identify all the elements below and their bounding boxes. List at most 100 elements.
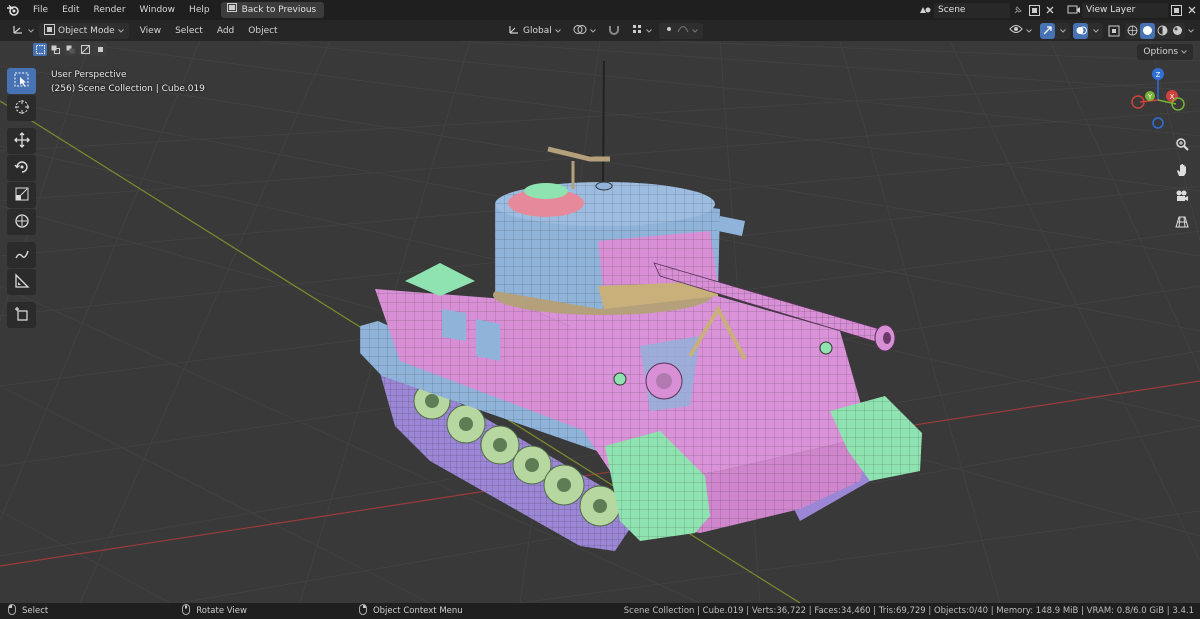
- new-view-layer-icon[interactable]: [1168, 2, 1184, 18]
- scene-name-field[interactable]: Scene: [934, 2, 1010, 18]
- pivot-point-dropdown[interactable]: [568, 23, 601, 39]
- view-layer-field[interactable]: View Layer: [1082, 2, 1168, 18]
- scale-icon: [14, 186, 30, 205]
- cursor-icon: [14, 99, 30, 118]
- add-menu[interactable]: Add: [210, 21, 241, 41]
- object-visibility-dropdown[interactable]: [1004, 23, 1037, 39]
- select-menu[interactable]: Select: [168, 21, 210, 41]
- annotate-tool[interactable]: [7, 242, 36, 268]
- select-invert-icon[interactable]: [78, 43, 92, 56]
- delete-scene-icon[interactable]: [1042, 2, 1058, 18]
- eye-icon: [1009, 24, 1023, 37]
- rendered-shading-icon[interactable]: [1170, 23, 1185, 39]
- camera-icon: [1175, 189, 1189, 206]
- add-cube-tool[interactable]: [7, 302, 36, 328]
- measure-tool[interactable]: [7, 269, 36, 295]
- mode-label: Object Mode: [58, 25, 115, 36]
- snap-target-dropdown[interactable]: [627, 23, 657, 39]
- xray-toggle-icon[interactable]: [1106, 23, 1122, 39]
- object-mode-icon: [44, 23, 55, 38]
- grid-icon: [1175, 215, 1189, 232]
- navigation-buttons: [1170, 133, 1194, 237]
- select-new-icon[interactable]: [33, 43, 47, 56]
- mode-dropdown[interactable]: Object Mode: [39, 22, 129, 39]
- new-scene-icon[interactable]: [1026, 2, 1042, 18]
- move-icon: [13, 131, 30, 151]
- status-rotate: Rotate View: [182, 604, 247, 618]
- overlays-toggle[interactable]: [1073, 22, 1103, 39]
- pan-button[interactable]: [1170, 159, 1194, 183]
- 3d-viewport[interactable]: Options User Perspective (256) Scene Col…: [0, 41, 1200, 603]
- chevron-down-icon: [589, 26, 596, 36]
- scale-tool[interactable]: [7, 182, 36, 208]
- proportional-editing-toggle[interactable]: [658, 22, 703, 39]
- view-menu[interactable]: View: [133, 21, 168, 41]
- back-icon: [226, 2, 237, 18]
- back-to-previous-label: Back to Previous: [241, 5, 317, 15]
- gizmo-z-label: Z: [1156, 71, 1161, 79]
- add-cube-icon: [14, 306, 30, 325]
- options-dropdown[interactable]: Options: [1137, 44, 1193, 60]
- options-label: Options: [1143, 47, 1179, 57]
- annotate-icon: [14, 246, 30, 265]
- transform-tool[interactable]: [7, 209, 36, 235]
- snap-toggle[interactable]: [603, 23, 625, 39]
- shading-modes: [1125, 22, 1185, 39]
- transform-icon: [14, 213, 30, 232]
- move-tool[interactable]: [7, 128, 36, 154]
- scene-statistics: Scene Collection | Cube.019 | Verts:36,7…: [623, 606, 1194, 616]
- menu-render[interactable]: Render: [87, 0, 133, 20]
- transform-orientation-dropdown[interactable]: Global: [503, 23, 566, 39]
- solid-shading-icon[interactable]: [1140, 22, 1155, 39]
- chevron-down-icon: [1181, 47, 1187, 57]
- proportional-icon: [664, 24, 674, 37]
- view-layer-icon[interactable]: [1066, 2, 1082, 18]
- blender-logo-icon[interactable]: [0, 0, 26, 20]
- status-select: Select: [8, 604, 48, 618]
- navigation-gizmo[interactable]: Z Y X: [1124, 66, 1192, 134]
- gizmo-x-label: X: [1170, 93, 1175, 101]
- menu-help[interactable]: Help: [182, 0, 217, 20]
- menu-file[interactable]: File: [26, 0, 55, 20]
- delete-view-layer-icon[interactable]: [1184, 2, 1200, 18]
- menu-window[interactable]: Window: [133, 0, 183, 20]
- perspective-toggle-button[interactable]: [1170, 211, 1194, 235]
- select-extend-icon[interactable]: [48, 43, 62, 56]
- chevron-down-icon[interactable]: [1188, 26, 1194, 36]
- mouse-right-icon: [358, 604, 367, 618]
- cursor-tool[interactable]: [7, 95, 36, 121]
- measure-icon: [14, 272, 30, 292]
- pin-icon[interactable]: [1010, 2, 1026, 18]
- orientation-axes-icon: [508, 24, 520, 38]
- zoom-button[interactable]: [1170, 133, 1194, 157]
- select-intersect-icon[interactable]: [93, 43, 107, 56]
- axes-icon: [11, 23, 25, 38]
- status-rotate-label: Rotate View: [196, 606, 247, 616]
- collection-label: (256) Scene Collection | Cube.019: [51, 84, 205, 94]
- back-to-previous-button[interactable]: Back to Previous: [220, 2, 325, 18]
- rotate-tool[interactable]: [7, 155, 36, 181]
- chevron-down-icon: [1055, 23, 1070, 39]
- mouse-middle-icon: [182, 604, 191, 618]
- camera-view-button[interactable]: [1170, 185, 1194, 209]
- wireframe-shading-icon[interactable]: [1125, 23, 1140, 39]
- object-menu[interactable]: Object: [241, 21, 284, 41]
- hand-pan-icon: [1175, 163, 1189, 180]
- rotate-icon: [13, 159, 30, 178]
- viewport-header: Object Mode View Select Add Object Globa…: [0, 20, 1200, 41]
- chevron-down-icon: [1026, 26, 1032, 36]
- scene-selector-icon[interactable]: [918, 2, 934, 18]
- select-box-tool[interactable]: [7, 68, 36, 94]
- top-menu-bar: File Edit Render Window Help Back to Pre…: [0, 0, 1200, 20]
- editor-type-dropdown[interactable]: [6, 23, 39, 39]
- gizmo-y-label: Y: [1147, 93, 1153, 101]
- pivot-icon: [573, 24, 587, 38]
- select-box-icon: [14, 72, 30, 91]
- material-shading-icon[interactable]: [1155, 23, 1170, 39]
- status-context: Object Context Menu: [358, 604, 463, 618]
- menu-edit[interactable]: Edit: [55, 0, 86, 20]
- selection-mode-buttons: [33, 43, 107, 56]
- gizmo-toggle[interactable]: [1040, 22, 1070, 39]
- magnet-icon: [608, 24, 620, 38]
- select-subtract-icon[interactable]: [63, 43, 77, 56]
